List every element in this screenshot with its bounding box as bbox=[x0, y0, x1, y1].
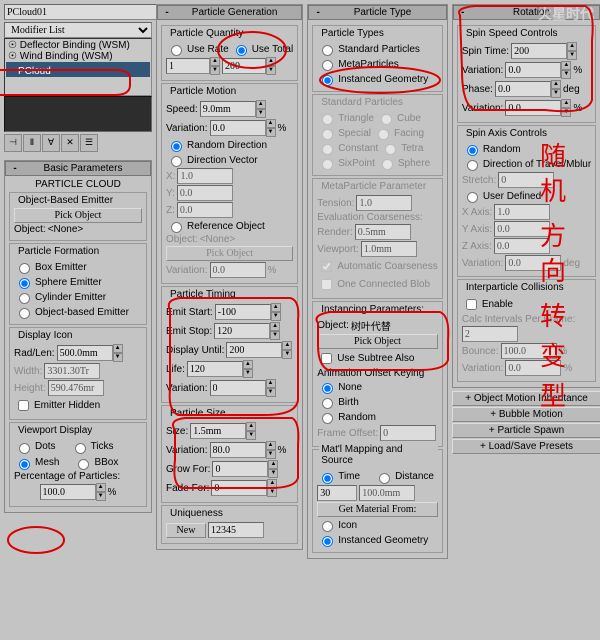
mat-instanced-radio[interactable] bbox=[322, 536, 333, 547]
emit-start-spinner[interactable] bbox=[215, 304, 271, 320]
object-emitter-radio[interactable] bbox=[19, 308, 30, 319]
rad-len-spinner[interactable] bbox=[57, 345, 113, 361]
phase-var-spinner[interactable] bbox=[505, 100, 561, 116]
metaparticles-radio[interactable] bbox=[322, 60, 333, 71]
get-material-button[interactable]: Get Material From: bbox=[317, 502, 438, 517]
display-until-spinner[interactable] bbox=[226, 342, 282, 358]
aok-birth-radio[interactable] bbox=[322, 398, 333, 409]
dots-radio[interactable] bbox=[19, 443, 30, 454]
rollout-object-motion[interactable]: + Object Motion Inheritance bbox=[452, 391, 600, 406]
size-spinner[interactable] bbox=[190, 423, 246, 439]
rollout-header[interactable]: -Particle Generation bbox=[157, 5, 302, 20]
grow-for-spinner[interactable] bbox=[212, 461, 268, 477]
rollout-bubble-motion[interactable]: + Bubble Motion bbox=[452, 407, 600, 422]
use-total-radio[interactable] bbox=[236, 45, 247, 56]
rollout-header[interactable]: -Basic Parameters bbox=[5, 161, 151, 176]
speed-var-spinner[interactable] bbox=[210, 120, 266, 136]
use-rate-spinner[interactable] bbox=[166, 58, 210, 74]
rollout-particle-spawn[interactable]: + Particle Spawn bbox=[452, 423, 600, 438]
use-total-spinner[interactable] bbox=[222, 58, 266, 74]
rollout-header[interactable]: -Particle Type bbox=[308, 5, 447, 20]
modifier-list-dropdown[interactable]: Modifier List bbox=[4, 22, 152, 38]
life-var-spinner[interactable] bbox=[210, 380, 266, 396]
pick-object-button[interactable]: Pick Object bbox=[317, 334, 438, 349]
pick-object-button[interactable]: Pick Object bbox=[14, 208, 142, 223]
watermark: 火星时代 bbox=[538, 4, 594, 24]
axis-random-radio[interactable] bbox=[467, 145, 478, 156]
stack-toolbar: ⊣ Ⅱ ∀ ✕ ☰ bbox=[4, 134, 152, 152]
mms-distance-radio[interactable] bbox=[379, 473, 390, 484]
stack-item[interactable]: ☉ Wind Binding (WSM) bbox=[6, 51, 150, 62]
box-emitter-radio[interactable] bbox=[19, 263, 30, 274]
config-icon[interactable]: ☰ bbox=[80, 134, 98, 152]
phase-spinner[interactable] bbox=[495, 81, 551, 97]
new-seed-button[interactable]: New bbox=[166, 523, 206, 538]
standard-particles-radio[interactable] bbox=[322, 45, 333, 56]
bbox-radio[interactable] bbox=[78, 459, 89, 470]
life-spinner[interactable] bbox=[187, 361, 243, 377]
title-label: PARTICLE CLOUD bbox=[9, 179, 147, 190]
show-icon[interactable]: Ⅱ bbox=[23, 134, 41, 152]
modifier-preview bbox=[4, 96, 152, 132]
emitter-hidden-check[interactable] bbox=[18, 400, 29, 411]
object-name-field[interactable] bbox=[4, 4, 158, 20]
sphere-emitter-radio[interactable] bbox=[19, 278, 30, 289]
ref-object-radio[interactable] bbox=[171, 222, 182, 233]
aok-none-radio[interactable] bbox=[322, 383, 333, 394]
aok-random-radio[interactable] bbox=[322, 413, 333, 424]
seed-spinner[interactable] bbox=[208, 522, 264, 538]
enable-collisions-check[interactable] bbox=[466, 299, 477, 310]
fade-for-spinner[interactable] bbox=[211, 480, 267, 496]
instanced-geometry-radio[interactable] bbox=[322, 75, 333, 86]
axis-dot-radio[interactable] bbox=[467, 160, 478, 171]
mms-time-radio[interactable] bbox=[322, 473, 333, 484]
modifier-stack[interactable]: ☉ Deflector Binding (WSM) ☉ Wind Binding… bbox=[4, 38, 152, 96]
cylinder-emitter-radio[interactable] bbox=[19, 293, 30, 304]
stack-item[interactable]: ☉ Deflector Binding (WSM) bbox=[6, 40, 150, 51]
speed-spinner[interactable] bbox=[200, 101, 256, 117]
ticks-radio[interactable] bbox=[75, 443, 86, 454]
unique-icon[interactable]: ∀ bbox=[42, 134, 60, 152]
remove-icon[interactable]: ✕ bbox=[61, 134, 79, 152]
percentage-spinner[interactable] bbox=[40, 484, 96, 500]
axis-user-radio[interactable] bbox=[467, 192, 478, 203]
pin-icon[interactable]: ⊣ bbox=[4, 134, 22, 152]
spin-time-spinner[interactable] bbox=[511, 43, 567, 59]
use-rate-radio[interactable] bbox=[171, 45, 182, 56]
use-subtree-check[interactable] bbox=[321, 353, 332, 364]
mesh-radio[interactable] bbox=[19, 459, 30, 470]
mat-icon-radio[interactable] bbox=[322, 521, 333, 532]
spin-var-spinner[interactable] bbox=[505, 62, 561, 78]
size-var-spinner[interactable] bbox=[210, 442, 266, 458]
stack-item-selected[interactable]: PCloud bbox=[6, 62, 150, 77]
random-dir-radio[interactable] bbox=[171, 141, 182, 152]
pick-object-button: Pick Object bbox=[166, 246, 293, 261]
dir-vector-radio[interactable] bbox=[171, 156, 182, 167]
rollout-load-save[interactable]: + Load/Save Presets bbox=[452, 439, 600, 454]
emit-stop-spinner[interactable] bbox=[214, 323, 270, 339]
